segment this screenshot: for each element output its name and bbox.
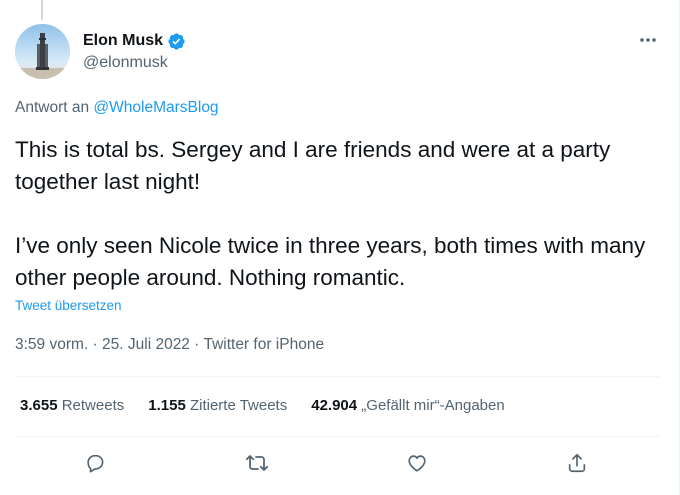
reply-mention-link[interactable]: @WholeMarsBlog [93, 99, 218, 116]
tweet-date[interactable]: 25. Juli 2022 [102, 336, 190, 353]
more-options-icon[interactable] [638, 30, 658, 50]
meta-separator: · [194, 336, 200, 353]
quote-tweets-label: Zitierte Tweets [189, 397, 288, 414]
retweets-stat[interactable]: 3.655 Retweets [20, 397, 124, 414]
user-handle[interactable]: @elonmusk [83, 54, 186, 72]
tweet-actions-bar [40, 446, 610, 480]
meta-separator: · [92, 336, 98, 353]
likes-stat[interactable]: 42.904 „Gefällt mir“-Angaben [311, 397, 504, 414]
divider [15, 376, 659, 377]
tweet-source[interactable]: Twitter for iPhone [203, 336, 324, 353]
thread-connector-line [41, 0, 43, 20]
reply-prefix: Antwort an [15, 99, 90, 116]
verified-badge-icon [167, 32, 186, 51]
reply-icon[interactable] [78, 446, 112, 480]
tweet-paragraph: I’ve only seen Nicole twice in three yea… [15, 233, 646, 290]
display-name[interactable]: Elon Musk [83, 32, 163, 50]
quote-tweets-stat[interactable]: 1.155 Zitierte Tweets [148, 397, 287, 414]
retweet-icon[interactable] [240, 446, 274, 480]
quote-tweets-count: 1.155 [148, 397, 186, 414]
tweet-paragraph: This is total bs. Sergey and I are frien… [15, 137, 611, 194]
tweet-time[interactable]: 3:59 vorm. [15, 336, 88, 353]
likes-count: 42.904 [311, 397, 358, 414]
tweet-metadata: 3:59 vorm. · 25. Juli 2022 · Twitter for… [15, 336, 324, 354]
reply-context: Antwort an @WholeMarsBlog [15, 99, 219, 117]
like-icon[interactable] [400, 446, 434, 480]
avatar[interactable] [15, 24, 70, 79]
tweet-author: Elon Musk @elonmusk [83, 30, 186, 72]
likes-label: „Gefällt mir“-Angaben [361, 397, 505, 414]
divider [15, 436, 659, 437]
retweets-count: 3.655 [20, 397, 58, 414]
translate-tweet-link[interactable]: Tweet übersetzen [15, 298, 122, 313]
engagement-stats: 3.655 Retweets 1.155 Zitierte Tweets 42.… [20, 397, 529, 414]
retweets-label: Retweets [61, 397, 125, 414]
tweet-text: This is total bs. Sergey and I are frien… [15, 134, 665, 294]
share-icon[interactable] [560, 446, 594, 480]
